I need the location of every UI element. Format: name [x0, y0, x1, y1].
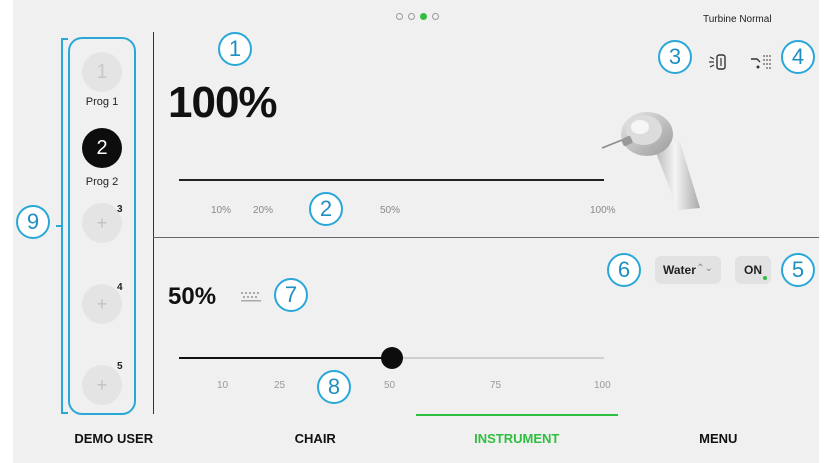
nav-demo-user[interactable]: DEMO USER [13, 414, 215, 463]
water-slider-fill [179, 357, 392, 359]
plus-icon: + [96, 293, 108, 314]
status-indicator [763, 276, 767, 280]
water-tick: 10 [217, 380, 229, 391]
speed-value: 100% [168, 78, 278, 127]
toggle-label: ON [744, 263, 762, 277]
callout-8: 8 [317, 370, 351, 404]
program-1-label: Prog 1 [85, 96, 119, 108]
page-dot-active[interactable] [420, 13, 427, 20]
speed-tick: 50% [380, 205, 401, 216]
page-dot[interactable] [396, 13, 403, 20]
speed-tick: 20% [253, 205, 274, 216]
callout-9: 9 [16, 205, 50, 239]
plus-icon: + [96, 212, 108, 233]
program-5-add-button[interactable]: + [82, 365, 122, 405]
program-4-add-button[interactable]: + [82, 284, 122, 324]
callout-6: 6 [607, 253, 641, 287]
water-tick: 75 [490, 380, 502, 391]
callout-7: 7 [274, 278, 308, 312]
water-slider-thumb[interactable] [381, 347, 403, 369]
chevron-updown-icon: ⌃⌄ [696, 263, 713, 274]
callout-3: 3 [658, 40, 692, 74]
speed-tick: 10% [211, 205, 232, 216]
callout-4: 4 [781, 40, 815, 74]
callout-2: 2 [309, 192, 343, 226]
program-3-add-button[interactable]: + [82, 203, 122, 243]
divider-vertical [153, 32, 154, 414]
program-2-label: Prog 2 [85, 176, 119, 188]
nav-instrument[interactable]: INSTRUMENT [416, 414, 618, 463]
water-select-label: Water [663, 263, 696, 277]
water-on-toggle[interactable]: ON [735, 256, 771, 284]
program-2-button[interactable]: 2 [82, 128, 122, 168]
light-icon[interactable] [708, 52, 730, 72]
plus-icon: + [96, 374, 108, 395]
nav-menu[interactable]: MENU [618, 414, 820, 463]
water-value: 50% [168, 283, 217, 310]
water-tick: 100 [594, 380, 611, 391]
program-1-button[interactable]: 1 [82, 52, 122, 92]
water-select[interactable]: Water ⌃⌄ [655, 256, 721, 284]
speed-bar[interactable] [179, 179, 604, 181]
water-flow-icon [241, 292, 261, 302]
nav-chair[interactable]: CHAIR [215, 414, 417, 463]
program-number: 2 [96, 136, 108, 159]
divider-horizontal [153, 237, 819, 238]
water-tick: 25 [274, 380, 286, 391]
callout-1: 1 [218, 32, 252, 66]
handpiece-image [601, 112, 700, 210]
spray-icon[interactable] [749, 52, 771, 72]
page-dot[interactable] [432, 13, 439, 20]
page-indicator [396, 13, 439, 20]
page-dot[interactable] [408, 13, 415, 20]
program-number: 1 [96, 60, 108, 83]
program-bracket [56, 38, 68, 414]
mode-label: Turbine Normal [703, 14, 772, 25]
program-3-number: 3 [117, 204, 123, 215]
callout-5: 5 [781, 253, 815, 287]
program-5-number: 5 [117, 361, 123, 372]
bottom-nav: DEMO USER CHAIR INSTRUMENT MENU [13, 414, 819, 463]
water-tick: 50 [384, 380, 396, 391]
program-4-number: 4 [117, 282, 123, 293]
